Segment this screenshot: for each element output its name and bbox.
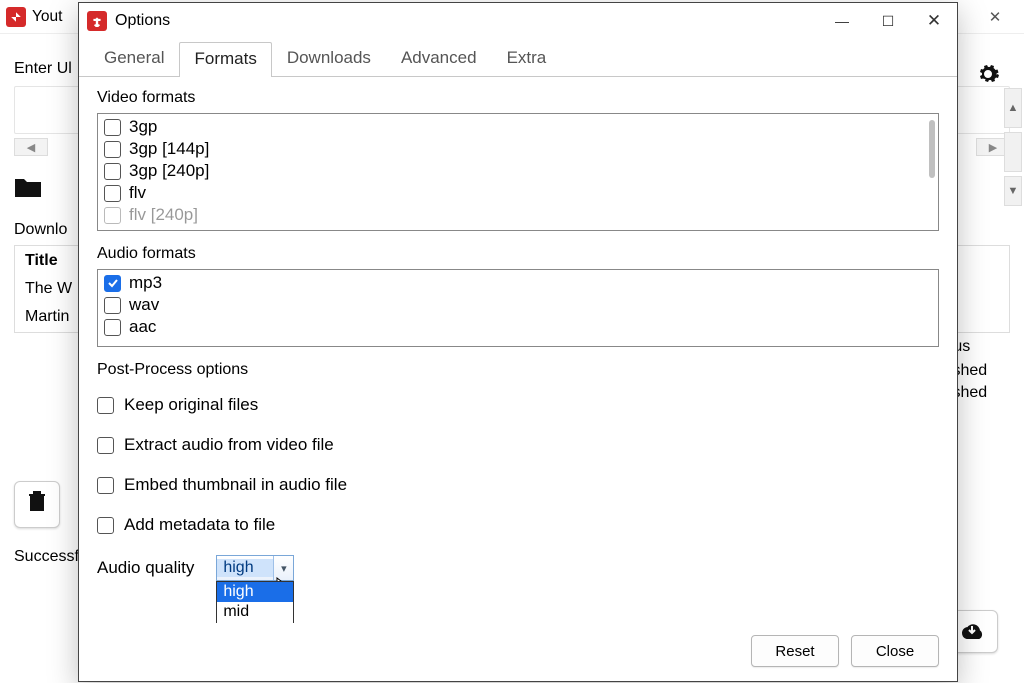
list-item[interactable]: flv — [104, 182, 932, 204]
reset-button[interactable]: Reset — [751, 635, 839, 667]
tab-downloads[interactable]: Downloads — [272, 41, 386, 76]
dropdown-item-high[interactable]: high — [217, 582, 293, 602]
audio-quality-combobox[interactable]: high ▾ — [216, 555, 294, 581]
options-dialog: Options — ☐ ✕ General Formats Downloads … — [78, 2, 958, 682]
list-item[interactable]: wav — [104, 294, 932, 316]
checkbox[interactable] — [104, 141, 121, 158]
delete-button[interactable] — [14, 481, 60, 528]
checkbox[interactable] — [104, 185, 121, 202]
formats-panel: Video formats 3gp 3gp [144p] 3gp [240p] … — [79, 77, 957, 623]
list-item[interactable]: aac — [104, 316, 932, 338]
checkbox[interactable] — [97, 397, 114, 414]
checkbox[interactable] — [104, 207, 121, 224]
scroll-down-icon[interactable]: ▼ — [1004, 176, 1022, 206]
checkbox[interactable] — [104, 319, 121, 336]
settings-button[interactable] — [976, 62, 1000, 93]
keep-original-option[interactable]: Keep original files — [97, 385, 939, 425]
audio-quality-label: Audio quality — [97, 558, 194, 578]
list-item[interactable]: flv [240p] — [104, 204, 932, 226]
audio-quality-dropdown[interactable]: high mid low — [216, 581, 294, 623]
video-formats-label: Video formats — [97, 89, 939, 107]
post-process-label: Post-Process options — [97, 361, 939, 379]
dropdown-item-mid[interactable]: mid — [217, 602, 293, 622]
video-list-scrollbar[interactable] — [929, 120, 935, 178]
video-formats-list[interactable]: 3gp 3gp [144p] 3gp [240p] flv flv [240p] — [97, 113, 939, 231]
embed-thumbnail-option[interactable]: Embed thumbnail in audio file — [97, 465, 939, 505]
tab-advanced[interactable]: Advanced — [386, 41, 492, 76]
extract-audio-option[interactable]: Extract audio from video file — [97, 425, 939, 465]
list-item[interactable]: 3gp [144p] — [104, 138, 932, 160]
tab-extra[interactable]: Extra — [492, 41, 562, 76]
minimize-button[interactable]: — — [819, 5, 865, 37]
tab-general[interactable]: General — [89, 41, 179, 76]
list-item[interactable]: 3gp — [104, 116, 932, 138]
combobox-value: high — [217, 559, 273, 577]
scroll-up-icon[interactable]: ▲ — [1004, 88, 1022, 128]
close-options-button[interactable]: Close — [851, 635, 939, 667]
dropdown-item-low[interactable]: low — [217, 622, 293, 623]
checkbox[interactable] — [104, 163, 121, 180]
checkbox[interactable] — [104, 119, 121, 136]
scroll-thumb[interactable] — [1004, 132, 1022, 172]
checkbox[interactable] — [97, 437, 114, 454]
close-button[interactable]: ✕ — [911, 5, 957, 37]
checkbox[interactable] — [97, 517, 114, 534]
main-close-button[interactable]: ✕ — [972, 2, 1018, 32]
maximize-button[interactable]: ☐ — [865, 5, 911, 37]
chevron-down-icon[interactable]: ▾ — [273, 556, 293, 580]
checkbox[interactable] — [97, 477, 114, 494]
audio-formats-list[interactable]: mp3 wav aac — [97, 269, 939, 347]
options-title: Options — [115, 12, 170, 30]
checkbox[interactable] — [104, 275, 121, 292]
options-app-icon — [87, 11, 107, 31]
nav-prev-button[interactable]: ◀ — [14, 138, 48, 156]
checkbox[interactable] — [104, 297, 121, 314]
audio-formats-label: Audio formats — [97, 245, 939, 263]
options-titlebar[interactable]: Options — ☐ ✕ — [79, 3, 957, 39]
main-scrollbar[interactable]: ▲ ▼ — [1004, 88, 1022, 206]
tab-formats[interactable]: Formats — [179, 42, 271, 77]
options-footer: Reset Close — [79, 623, 957, 681]
app-icon — [6, 7, 26, 27]
add-metadata-option[interactable]: Add metadata to file — [97, 505, 939, 545]
list-item[interactable]: mp3 — [104, 272, 932, 294]
list-item[interactable]: 3gp [240p] — [104, 160, 932, 182]
options-tabs: General Formats Downloads Advanced Extra — [79, 39, 957, 77]
app-title: Yout — [32, 8, 62, 26]
